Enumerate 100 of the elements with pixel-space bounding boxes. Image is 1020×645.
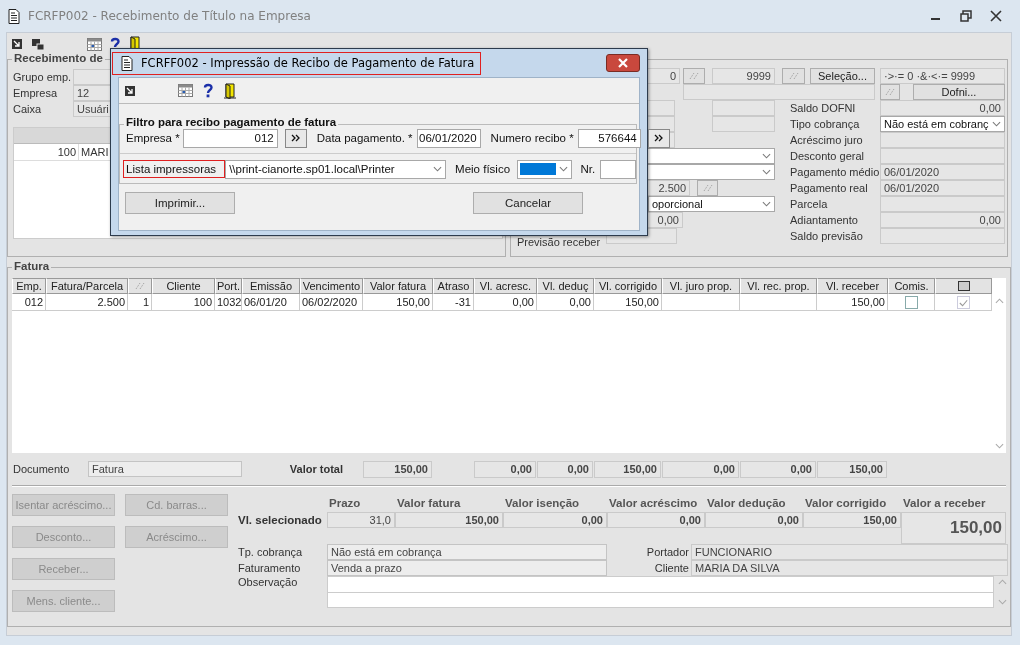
value-field: 0,00 [705,512,803,528]
field-label: Pagamento médio [790,166,880,178]
field-label: Cliente [653,562,690,574]
window-title: FCRFP002 - Recebimento de Título na Empresa [28,9,311,23]
column-header[interactable]: Fatura/Parcela [46,278,128,294]
input-field[interactable]: Fatura [88,461,242,477]
group-title: Filtro para recibo pagamento de fatura [124,116,339,128]
field-label: Tp. cobrança [238,546,304,558]
total-field: 150,00 [363,460,432,478]
table-cell: 06/02/2020 [300,294,363,311]
column-header[interactable]: Emp. [12,278,46,294]
dropdown-value: Não está em cobranç [884,118,989,130]
table-cell: 150,00 [817,294,888,311]
column-header[interactable]: Emissão [242,278,300,294]
row-label: Vl. selecionado [238,514,323,526]
dropdown[interactable]: Não está em cobranç [880,116,1005,132]
value-field: 31,0 [327,512,395,528]
input-field[interactable]: Venda a prazo [327,560,607,576]
field-label: Parcela [790,198,829,210]
input-field[interactable]: 9999 [712,68,775,84]
input-field[interactable]: ·>·= 0 ·&·<·= 9999 [880,68,1005,84]
group-title: Fatura [12,260,52,272]
field-label: Previsão receber [516,234,602,248]
field-label: Faturamento [238,562,302,574]
input-field[interactable]: 012 [182,128,278,148]
column-header: Valor acréscimo [608,497,699,509]
column-header[interactable]: Port. [215,278,242,294]
table-cell: 150,00 [363,294,433,311]
value-field: 0,00 [503,512,607,528]
field-label: Saldo DOFNI [790,102,857,114]
field-label: Desconto geral [790,150,865,162]
field-label: Meio físico [455,163,511,175]
field-label: Empresa [13,87,59,99]
field-label: Adiantamento [790,214,859,226]
input-field[interactable]: 06/01/2020 [880,164,1005,180]
group-title: Recebimento de [12,52,105,64]
field-label: Empresa * [126,132,180,144]
value-field: 150,00 [803,512,901,528]
field-label: Pagamento real [790,182,869,194]
total-label: Valor total [288,463,344,475]
column-header: Valor fatura [396,497,462,509]
input-field[interactable]: 06/01/2020 [416,128,481,148]
value-field: 0,00 [607,512,705,528]
printer-dropdown[interactable]: \\print-cianorte.sp01.local\Printer [225,159,447,179]
column-header[interactable]: Vl. rec. prop. [740,278,817,294]
table-cell: 1 [128,294,152,311]
field-label: Tipo cobrança [790,118,861,130]
field-label: Saldo previsão [790,230,864,242]
dialog-title: FCRFF002 - Impressão de Recibo de Pagamento de Fatura [112,51,482,75]
column-header[interactable]: Valor fatura [363,278,433,294]
input-field[interactable]: 0,00 [880,212,1005,228]
field-label: Portador [645,546,690,558]
table-cell: 150,00 [594,294,662,311]
dropdown-value: \\print-cianorte.sp01.local\Printer [229,163,395,175]
input-field[interactable]: 0,00 [880,100,1005,116]
dofni-button[interactable]: Dofni... [913,84,1005,100]
column-header[interactable]: Comis. [888,278,935,294]
column-header[interactable]: Cliente [152,278,215,294]
column-header: Prazo [328,497,362,509]
total-field: 0,00 [662,460,739,478]
input-field[interactable]: MARIA DA SILVA [691,560,1008,576]
field-label: Lista impressoras [123,160,226,178]
column-header[interactable]: Vencimento [300,278,363,294]
column-header: Valor isenção [504,497,581,509]
dropdown-value: oporcional [652,198,703,210]
field-label: Data pagamento. * [316,132,413,144]
field-label: Documento [12,463,71,475]
total-field: 150,00 [817,460,887,478]
input-field[interactable]: Não está em cobrança [327,544,607,560]
total-field: 150,00 [594,460,661,478]
dialog-button[interactable]: Cancelar [473,192,583,214]
table-cell: 0,00 [474,294,537,311]
total-field: 0,00 [537,460,593,478]
field-label: Numero recibo * [490,132,574,144]
column-header: Valor corrigido [804,497,888,509]
field-label: Caixa [13,103,43,115]
column-header: Valor dedução [706,497,787,509]
column-header[interactable]: Vl. deduç [537,278,594,294]
column-header[interactable]: Vl. corrigido [594,278,662,294]
input-field[interactable]: 576644 [577,128,641,148]
column-header[interactable]: Atraso [433,278,474,294]
table-cell: 100 [14,144,79,160]
table-cell: 012 [12,294,46,311]
column-header[interactable]: Vl. acresc. [474,278,537,294]
table-cell: 100 [152,294,215,311]
selection-button[interactable]: Seleção... [810,68,875,84]
table-cell: 2.500 [46,294,128,311]
total-value: 150,00 [901,512,1006,544]
field-label: Grupo emp. [13,71,73,83]
table-cell: -31 [433,294,474,311]
table-cell: 06/01/20 [242,294,300,311]
field-label: Nr. [580,163,596,175]
input-field[interactable]: FUNCIONARIO [691,544,1008,560]
total-field: 0,00 [740,460,816,478]
column-header[interactable]: Vl. receber [817,278,888,294]
field-label: Acréscimo juro [790,134,864,146]
column-header[interactable]: Vl. juro prop. [662,278,740,294]
dropdown[interactable]: oporcional [648,196,775,212]
dialog-button[interactable]: Imprimir... [125,192,235,214]
input-field[interactable]: 06/01/2020 [880,180,1005,196]
